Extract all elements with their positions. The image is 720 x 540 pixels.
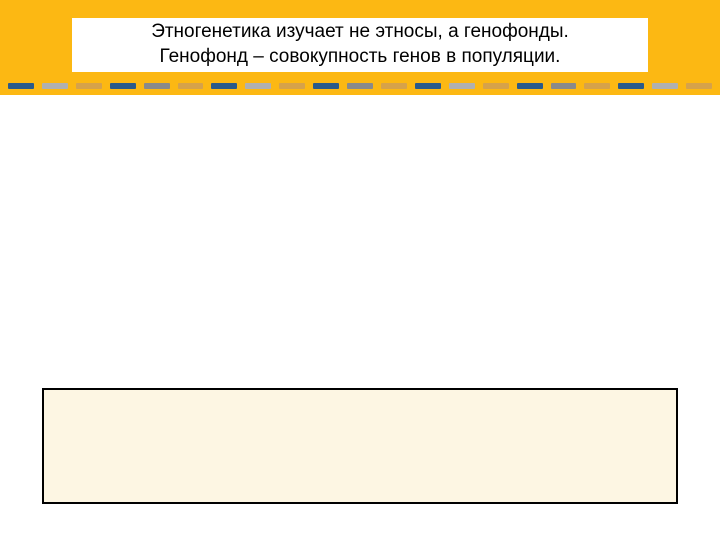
accent-line	[0, 92, 720, 95]
dash-icon	[245, 83, 271, 89]
dash-icon	[279, 83, 305, 89]
dash-icon	[415, 83, 441, 89]
dash-icon	[211, 83, 237, 89]
dash-icon	[483, 83, 509, 89]
title-line-1: Этногенетика изучает не этносы, а генофо…	[151, 20, 569, 45]
dash-icon	[8, 83, 34, 89]
dash-icon	[517, 83, 543, 89]
dash-icon	[42, 83, 68, 89]
dash-icon	[347, 83, 373, 89]
content-box	[42, 388, 678, 504]
dash-icon	[144, 83, 170, 89]
title-line-2: Генофонд – совокупность генов в популяци…	[160, 45, 561, 70]
dash-icon	[618, 83, 644, 89]
dash-icon	[313, 83, 339, 89]
dash-icon	[178, 83, 204, 89]
dash-icon	[76, 83, 102, 89]
dash-icon	[584, 83, 610, 89]
dash-icon	[110, 83, 136, 89]
dash-icon	[551, 83, 577, 89]
dash-icon	[652, 83, 678, 89]
dash-icon	[686, 83, 712, 89]
title-box: Этногенетика изучает не этносы, а генофо…	[72, 18, 648, 72]
dash-icon	[381, 83, 407, 89]
dash-icon	[449, 83, 475, 89]
